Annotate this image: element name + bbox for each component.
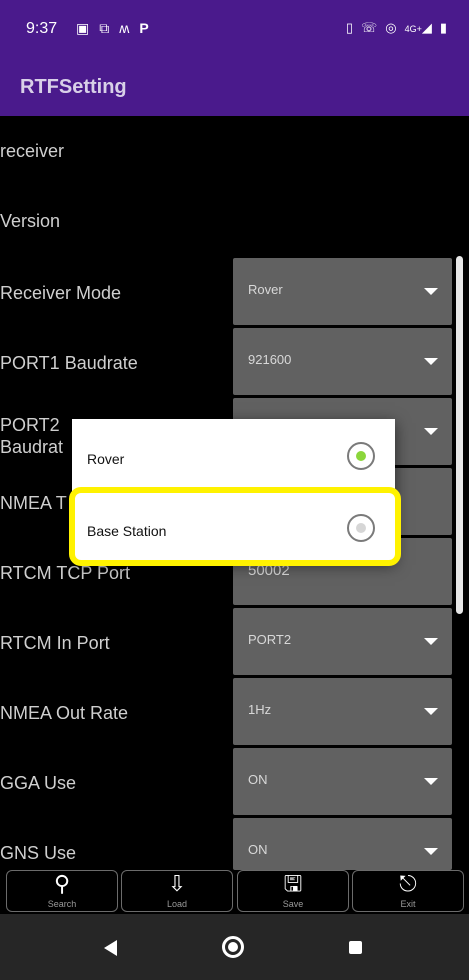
button-label: Exit: [400, 899, 416, 909]
setting-label: NMEA Out Rate: [0, 703, 129, 723]
button-label: Load: [166, 899, 188, 909]
dropdown-arrow-icon: [424, 428, 438, 435]
setting-label: receiver: [0, 141, 65, 161]
radio-dot: [356, 451, 366, 461]
bottom-toolbar: ⚲ Search ⇩ Load 🖫 Save ⎋ Exit: [0, 870, 469, 914]
nmea-out-rate-select[interactable]: 1Hz: [233, 678, 452, 745]
setting-label: PORT1 Baudrate: [0, 353, 138, 373]
status-time: 9:37: [26, 20, 58, 37]
status-left-icons: ▣ ⧉ ʍ P: [76, 20, 149, 37]
port1-baudrate-select[interactable]: 921600: [233, 328, 452, 395]
dropdown-arrow-icon: [424, 848, 438, 855]
select-value: 1Hz: [248, 702, 272, 717]
select-value: PORT2: [248, 632, 292, 647]
home-icon-inner: [228, 942, 238, 952]
search-icon: ⚲: [53, 871, 71, 896]
vibrate-icon: ▯: [345, 20, 353, 35]
select-value: 921600: [248, 352, 292, 367]
setting-label: Receiver Mode: [0, 283, 122, 303]
gga-use-select[interactable]: ON: [233, 748, 452, 815]
dropdown-arrow-icon: [424, 708, 438, 715]
p-icon: P: [139, 20, 149, 36]
setting-label: GNS Use: [0, 843, 77, 863]
load-icon: ⇩: [167, 871, 187, 896]
navigation-bar: [0, 914, 469, 980]
dropdown-arrow-icon: [424, 778, 438, 785]
screenshot-icon: ⧉: [99, 20, 110, 36]
highlight-box: [69, 487, 401, 566]
dropdown-arrow-icon: [424, 638, 438, 645]
select-value: Rover: [248, 282, 283, 297]
load-button[interactable]: ⇩ Load: [121, 870, 233, 912]
button-label: Search: [47, 899, 77, 909]
setting-label: RTCM In Port: [0, 633, 110, 653]
back-icon[interactable]: [104, 940, 117, 956]
select-value: ON: [248, 842, 268, 857]
option-rover[interactable]: Rover: [72, 419, 395, 489]
app-bar: RTFSetting: [0, 62, 469, 116]
recent-apps-icon[interactable]: [349, 941, 362, 954]
setting-label: Version: [0, 211, 61, 231]
status-right-icons: ▯ ☏ ◎ 4G+◢ ▮: [346, 20, 447, 36]
option-label: Rover: [87, 451, 125, 467]
search-button[interactable]: ⚲ Search: [6, 870, 118, 912]
receiver-mode-select[interactable]: Rover: [233, 258, 452, 325]
save-icon: 🖫: [283, 871, 303, 896]
exit-icon: ⎋: [399, 871, 417, 896]
signal-4g-icon: 4G+◢: [404, 20, 432, 35]
radio-selected-icon[interactable]: [347, 442, 375, 470]
battery-icon: ▮: [439, 20, 447, 35]
exit-button[interactable]: ⎋ Exit: [352, 870, 464, 912]
hotspot-icon: ◎: [385, 20, 397, 35]
dropdown-arrow-icon: [424, 358, 438, 365]
button-label: Save: [282, 899, 304, 909]
setting-label: PORT2 Baudrat: [0, 415, 64, 457]
setting-label: GGA Use: [0, 773, 77, 793]
app-title: RTFSetting: [20, 76, 127, 98]
gns-use-select[interactable]: ON: [233, 818, 452, 870]
select-value: ON: [248, 772, 268, 787]
scrollbar[interactable]: [456, 256, 463, 614]
save-button[interactable]: 🖫 Save: [237, 870, 349, 912]
image-icon: ▣: [76, 20, 90, 36]
home-icon[interactable]: [222, 936, 244, 958]
dropdown-arrow-icon: [424, 288, 438, 295]
network-label: 4G+: [404, 24, 422, 34]
volte-icon: ☏: [360, 20, 378, 35]
m-icon: ʍ: [119, 20, 130, 36]
status-bar: 9:37 ▣ ⧉ ʍ P ▯ ☏ ◎ 4G+◢ ▮: [0, 0, 469, 62]
rtcm-in-port-select[interactable]: PORT2: [233, 608, 452, 675]
setting-label: NMEA T: [0, 493, 67, 513]
